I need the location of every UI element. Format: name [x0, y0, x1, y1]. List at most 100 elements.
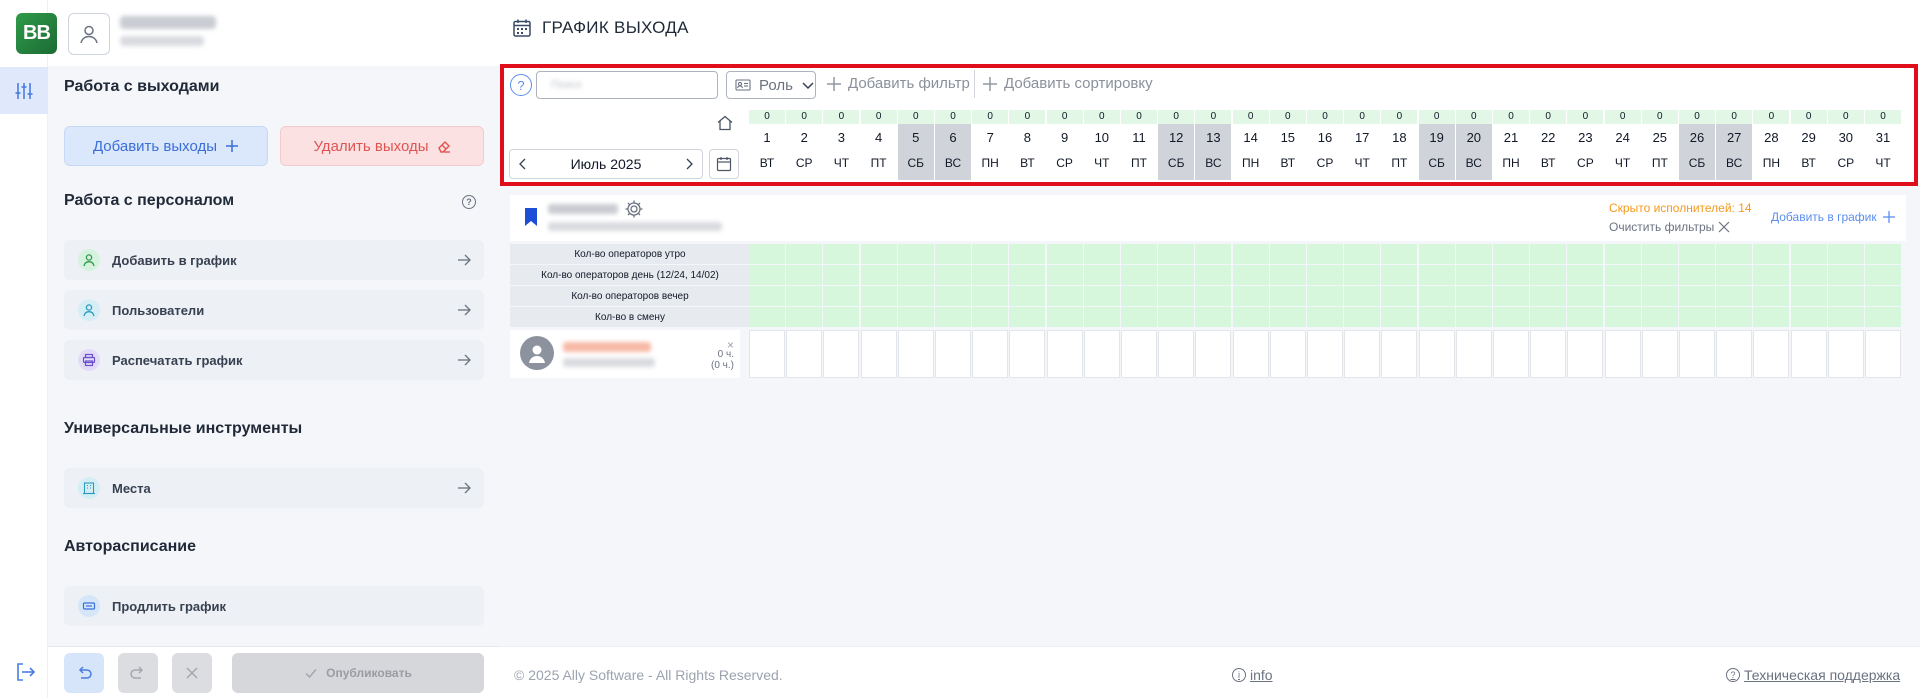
- stats-cell: [1121, 265, 1157, 285]
- schedule-tools-button[interactable]: [0, 67, 48, 114]
- clear-filters-button[interactable]: Очистить фильтры: [1609, 220, 1730, 234]
- publish-button[interactable]: Опубликовать: [232, 653, 484, 693]
- stats-row-label: Кол-во в смену: [510, 307, 750, 327]
- employee-day-cell[interactable]: [972, 330, 1009, 378]
- add-outs-button[interactable]: Добавить выходы: [64, 126, 268, 166]
- employee-day-cell[interactable]: [1716, 330, 1753, 378]
- user-avatar[interactable]: [68, 13, 110, 55]
- employee-day-cell[interactable]: [1753, 330, 1790, 378]
- support-link[interactable]: ? Техническая поддержка: [1726, 667, 1900, 683]
- employee-day-cell[interactable]: [1307, 330, 1343, 378]
- bookmark-icon[interactable]: [524, 207, 538, 227]
- stats-cell: [1753, 307, 1790, 327]
- stats-cell: [1567, 307, 1604, 327]
- plus-icon: [1882, 211, 1895, 223]
- stats-cell: [1269, 286, 1306, 306]
- gear-icon[interactable]: [624, 199, 644, 219]
- employee-day-cell[interactable]: [786, 330, 823, 378]
- stats-cell: [1083, 307, 1120, 327]
- stats-cell: [1716, 244, 1753, 264]
- stats-cell: [1641, 307, 1678, 327]
- add-to-schedule-link[interactable]: Добавить в график: [1771, 210, 1895, 224]
- delete-outs-button[interactable]: Удалить выходы: [280, 126, 484, 166]
- stats-cell: [1158, 286, 1195, 306]
- stats-cell: [1455, 307, 1492, 327]
- employee-day-cell[interactable]: [1046, 330, 1083, 378]
- sidebar-action-bar: Опубликовать: [48, 646, 500, 698]
- employee-day-cell[interactable]: [1679, 330, 1715, 378]
- employee-day-cell[interactable]: [935, 330, 971, 378]
- stats-cell: [1009, 244, 1046, 264]
- employee-day-cell[interactable]: [1418, 330, 1455, 378]
- stats-cell: [1046, 244, 1083, 264]
- employee-day-cell[interactable]: [1493, 330, 1529, 378]
- stats-cell: [1679, 286, 1715, 306]
- menu-users[interactable]: Пользователи: [64, 290, 484, 330]
- stats-cell: [1567, 244, 1604, 264]
- employee-day-cell[interactable]: [749, 330, 785, 378]
- logout-button[interactable]: [13, 660, 37, 684]
- stats-cell: [1604, 286, 1641, 306]
- employee-day-cell[interactable]: [1530, 330, 1567, 378]
- stats-cell: [1158, 265, 1195, 285]
- stats-cell: [972, 286, 1009, 306]
- arrow-right-icon: [458, 354, 471, 366]
- employee-day-cell[interactable]: [1865, 330, 1901, 378]
- stats-cell: [1269, 244, 1306, 264]
- staff-help-icon[interactable]: ?: [462, 195, 476, 209]
- employee-day-cell[interactable]: [1158, 330, 1195, 378]
- page-header: ГРАФИК ВЫХОДА: [512, 18, 689, 38]
- employee-day-cell[interactable]: [1604, 330, 1641, 378]
- stats-cell: [786, 286, 823, 306]
- sliders-icon: [15, 82, 33, 99]
- employee-day-cell[interactable]: [1455, 330, 1492, 378]
- stats-cell: [786, 265, 823, 285]
- stats-cell: [1195, 265, 1232, 285]
- employee-day-cell[interactable]: [1083, 330, 1120, 378]
- employee-day-cell[interactable]: [1567, 330, 1604, 378]
- stats-cell: [1455, 265, 1492, 285]
- menu-print-schedule[interactable]: Распечатать график: [64, 340, 484, 380]
- group-details-redacted: [548, 222, 722, 231]
- stats-cell: [1790, 307, 1827, 327]
- menu-extend-schedule-label: Продлить график: [112, 598, 226, 614]
- employee-day-cell[interactable]: [1009, 330, 1046, 378]
- employee-day-cell[interactable]: [1790, 330, 1827, 378]
- employee-day-cell[interactable]: [1827, 330, 1864, 378]
- stats-row-label: Кол-во операторов утро: [510, 244, 750, 264]
- employee-hours: 0 ч.: [717, 349, 734, 360]
- stats-cell: [860, 286, 897, 306]
- redo-icon: [130, 666, 144, 679]
- menu-extend-schedule[interactable]: Продлить график: [64, 586, 484, 626]
- undo-button[interactable]: [64, 653, 104, 693]
- employee-day-cell[interactable]: [897, 330, 934, 378]
- employee-day-cell[interactable]: [1232, 330, 1269, 378]
- stats-cell: [1232, 244, 1269, 264]
- stats-cell: [1827, 244, 1864, 264]
- info-link[interactable]: i info: [1232, 667, 1273, 683]
- section-title-tools: Универсальные инструменты: [64, 420, 303, 437]
- stats-cell: [1418, 244, 1455, 264]
- menu-places[interactable]: Места: [64, 468, 484, 508]
- delete-outs-label: Удалить выходы: [313, 137, 429, 155]
- add-outs-label: Добавить выходы: [92, 137, 218, 155]
- stats-cell: [860, 265, 897, 285]
- employee-day-cell[interactable]: [1344, 330, 1381, 378]
- stats-cell: [1344, 307, 1381, 327]
- user-role-redacted: [120, 36, 204, 46]
- stats-cell: [897, 286, 934, 306]
- stats-cell: [786, 307, 823, 327]
- stats-cell: [1790, 286, 1827, 306]
- redo-button[interactable]: [118, 653, 158, 693]
- menu-add-to-schedule[interactable]: Добавить в график: [64, 240, 484, 280]
- employee-day-cell[interactable]: [1269, 330, 1306, 378]
- discard-button[interactable]: [172, 653, 212, 693]
- stats-cell: [935, 286, 971, 306]
- employee-day-cell[interactable]: [1641, 330, 1678, 378]
- employee-day-cell[interactable]: [1121, 330, 1157, 378]
- employee-day-cell[interactable]: [1195, 330, 1232, 378]
- employee-day-cell[interactable]: [1381, 330, 1418, 378]
- employee-day-cell[interactable]: [823, 330, 860, 378]
- eraser-icon: [437, 141, 450, 153]
- employee-day-cell[interactable]: [860, 330, 897, 378]
